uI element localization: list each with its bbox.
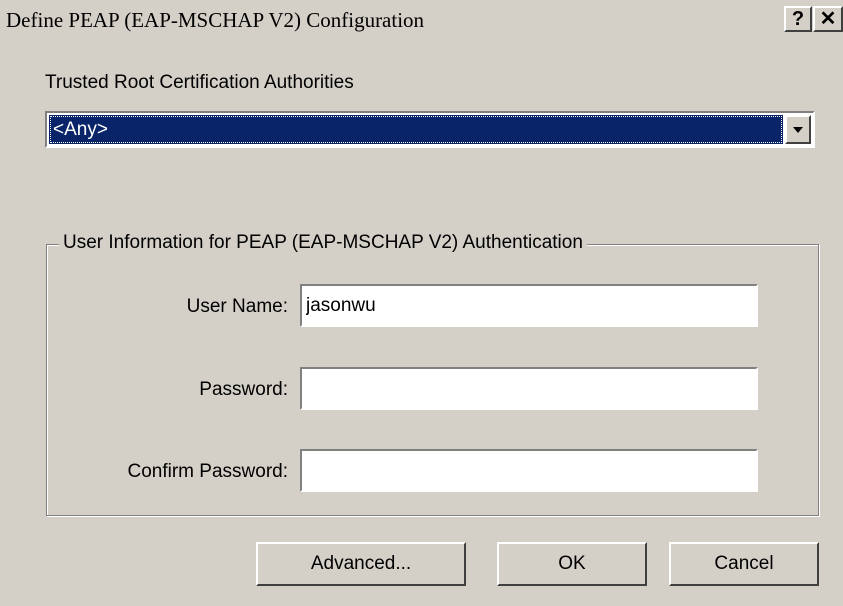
ok-button[interactable]: OK: [497, 542, 647, 586]
trusted-ca-label: Trusted Root Certification Authorities: [45, 72, 354, 93]
window-title: Define PEAP (EAP-MSCHAP V2) Configuratio…: [6, 8, 425, 32]
close-button[interactable]: ✕: [813, 6, 843, 32]
chevron-down-icon: [793, 126, 803, 133]
confirm-password-input[interactable]: [300, 449, 758, 492]
advanced-button-label: Advanced...: [310, 553, 412, 574]
username-label: User Name:: [186, 296, 288, 317]
help-button[interactable]: ?: [784, 6, 812, 32]
password-input[interactable]: [300, 367, 758, 410]
cancel-button-label: Cancel: [714, 553, 774, 574]
help-icon: ?: [791, 8, 805, 30]
close-icon: ✕: [819, 8, 837, 30]
trusted-ca-dropdown[interactable]: <Any>: [45, 111, 815, 148]
username-input[interactable]: [300, 284, 758, 327]
advanced-button[interactable]: Advanced...: [256, 542, 466, 586]
password-label: Password:: [199, 379, 288, 400]
ok-button-label: OK: [558, 553, 586, 574]
user-info-group-label: User Information for PEAP (EAP-MSCHAP V2…: [59, 232, 587, 254]
confirm-password-label: Confirm Password:: [127, 461, 289, 482]
dropdown-arrow-button[interactable]: [785, 115, 811, 144]
trusted-ca-selected-value: <Any>: [49, 115, 783, 144]
cancel-button[interactable]: Cancel: [669, 542, 819, 586]
